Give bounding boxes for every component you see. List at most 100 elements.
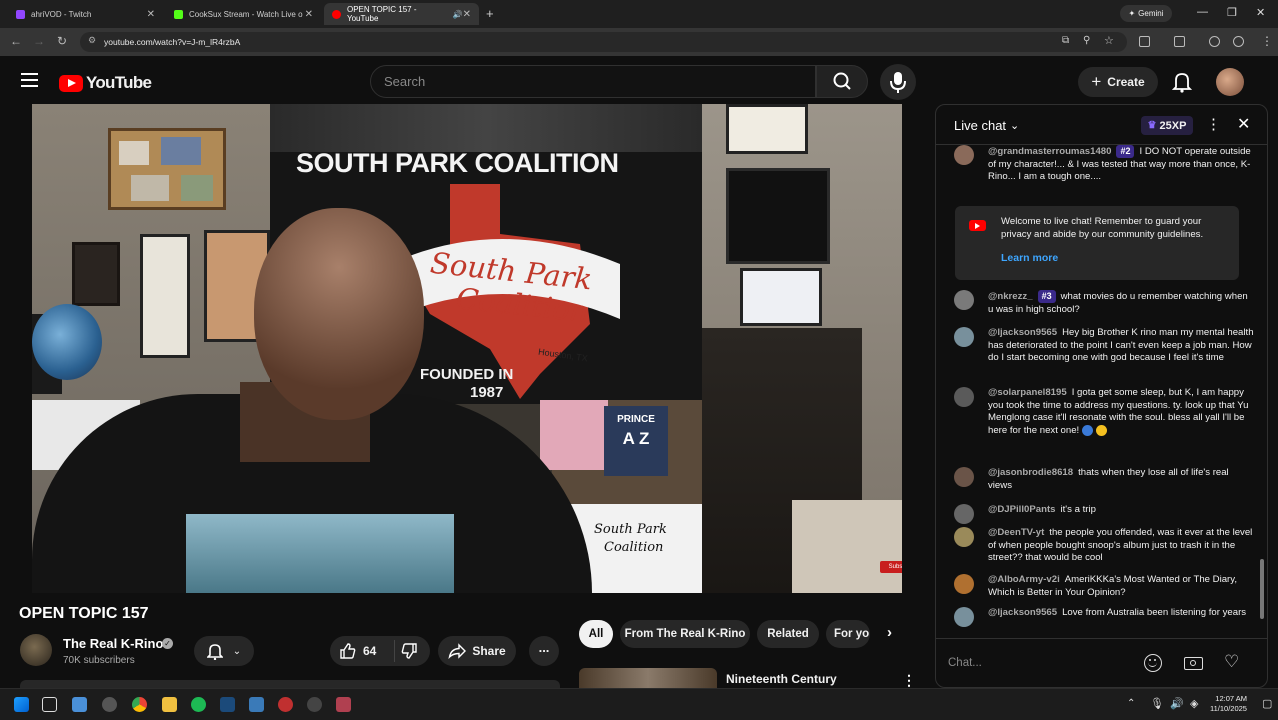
hamburger-menu-icon[interactable] [21,73,38,87]
video-player[interactable]: SOUTH PARK COALITION South Park Coalitio… [32,104,902,593]
recommended-more-icon[interactable]: ⋮ [902,672,916,689]
tab-label: CookSux Stream - Watch Live o [189,9,303,19]
gemini-button[interactable]: ✦ Gemini [1120,5,1172,22]
recommended-title[interactable]: Nineteenth Century [726,672,837,686]
chip-related[interactable]: Related [757,620,819,648]
tab-twitch[interactable]: ahriVOD - Twitch ✕ [8,3,163,25]
site-info-icon[interactable]: ⚙ [88,35,96,46]
file-explorer-icon[interactable] [72,697,87,712]
message-author[interactable]: @solarpanel8195 [988,387,1067,398]
member-badge: #3 [1037,290,1056,303]
tray-volume-icon[interactable]: 🔊 [1170,697,1184,710]
message-author[interactable]: @grandmasterroumas1480 [988,146,1111,157]
tab-cooksux[interactable]: CookSux Stream - Watch Live o ✕ [166,3,321,25]
recommended-thumbnail[interactable] [579,668,717,688]
chat-scrollbar[interactable] [1259,147,1265,635]
close-icon[interactable]: ✕ [463,9,471,20]
chat-message: @ljackson9565 Hey big Brother K rino man … [954,327,1254,365]
search-button[interactable] [816,65,868,98]
create-button[interactable]: + Create [1078,67,1158,97]
az-text: A Z [622,429,650,448]
shirt-graphic-image [186,514,454,593]
channel-name[interactable]: The Real K-Rino [63,636,163,651]
more-actions-button[interactable]: ... [529,636,559,666]
live-chat-mode-dropdown[interactable]: Live chat ⌄ [954,118,1019,133]
extensions-icon[interactable] [1139,36,1150,47]
clock[interactable]: 12:07 AM 11/10/2025 [1210,694,1247,714]
chip-all[interactable]: All [579,620,613,648]
crown-icon: ♛ [1147,120,1157,131]
url-field[interactable]: ⚙ youtube.com/watch?v=J-m_lR4rzbA ⧉ ⚲ ☆ [80,32,1127,52]
window-close-icon[interactable]: ✕ [1256,6,1265,19]
tray-mic-icon[interactable]: 🎙 [1150,697,1164,710]
message-author[interactable]: @DeenTV-yt [988,527,1044,538]
notification-subscribe-button[interactable]: ⌄ [194,636,254,666]
steam-icon[interactable] [220,697,235,712]
message-author[interactable]: @jasonbrodie8618 [988,467,1073,478]
bookmark-star-icon[interactable]: ☆ [1104,34,1114,47]
user-avatar [954,387,974,407]
certificate-image [726,104,808,154]
account-avatar[interactable] [1216,68,1244,96]
chat-more-icon[interactable]: ⋮ [1206,115,1221,133]
message-author[interactable]: @AlboArmy-v2i [988,574,1060,585]
profile-icon[interactable] [1209,36,1220,47]
app-icon[interactable] [336,697,351,712]
voice-search-button[interactable] [880,64,916,100]
new-tab-button[interactable]: + [486,6,494,21]
chip-for-you[interactable]: For yo [826,620,870,648]
task-view-icon[interactable] [42,697,57,712]
app-icon[interactable] [102,697,117,712]
share-button[interactable]: Share [438,636,516,666]
heart-icon[interactable]: ♡ [1224,652,1239,672]
close-icon[interactable]: ✕ [147,9,155,20]
learn-more-link[interactable]: Learn more [1001,252,1058,264]
chevron-right-icon[interactable]: › [887,624,892,641]
divider [394,640,395,662]
back-icon[interactable]: ← [10,34,22,48]
youtube-logo[interactable]: YouTube [59,73,152,93]
channel-avatar[interactable] [20,634,52,666]
xp-badge[interactable]: ♛ 25XP [1141,116,1193,135]
spotify-icon[interactable] [191,697,206,712]
chrome-icon[interactable] [132,697,147,712]
notification-center-icon[interactable]: ▢ [1262,697,1272,710]
forward-icon[interactable]: → [33,34,45,48]
dislike-button[interactable] [401,643,418,665]
chat-close-icon[interactable]: ✕ [1237,114,1250,134]
blue-heart-emoji-icon [1081,424,1093,436]
description-box[interactable] [20,680,560,688]
message-author[interactable]: @nkrezz_ [988,291,1033,302]
reload-icon[interactable]: ↻ [57,34,67,48]
sidebar-icon[interactable] [1174,36,1185,47]
app-icon[interactable] [249,697,264,712]
restore-icon[interactable]: ❐ [1227,6,1237,19]
tab-youtube[interactable]: OPEN TOPIC 157 - YouTube 🔊 ✕ [324,3,479,25]
tray-chevron-icon[interactable]: ⌃ [1127,698,1135,709]
minimize-icon[interactable]: — [1197,6,1208,18]
speaker-icon[interactable]: 🔊 [453,10,463,19]
emoji-icon[interactable] [1144,654,1162,672]
message-author[interactable]: @DJPill0Pants [988,504,1055,515]
clock-date: 11/10/2025 [1210,704,1247,713]
tray-network-icon[interactable]: ◈ [1190,697,1198,710]
message-author[interactable]: @ljackson9565 [988,607,1057,618]
user-avatar [954,574,974,594]
install-icon[interactable]: ⧉ [1062,35,1069,46]
sync-icon[interactable] [1233,36,1244,47]
search-input[interactable]: Search [370,65,816,98]
app-icon[interactable] [307,697,322,712]
browser-menu-icon[interactable]: ⋮ [1261,34,1273,48]
super-chat-icon[interactable] [1184,657,1203,670]
folder-icon[interactable] [162,697,177,712]
chat-input[interactable]: Chat... [948,648,1138,678]
message-author[interactable]: @ljackson9565 [988,327,1057,338]
notifications-bell-icon[interactable] [1171,71,1193,98]
close-icon[interactable]: ✕ [305,9,313,20]
like-button[interactable]: 64 [339,642,376,659]
chip-from-channel[interactable]: From The Real K-Rino [620,620,750,648]
zoom-icon[interactable]: ⚲ [1083,35,1090,46]
windows-start-icon[interactable] [14,697,29,712]
app-icon[interactable] [278,697,293,712]
subscribe-watermark[interactable]: Subscribe [880,561,902,573]
